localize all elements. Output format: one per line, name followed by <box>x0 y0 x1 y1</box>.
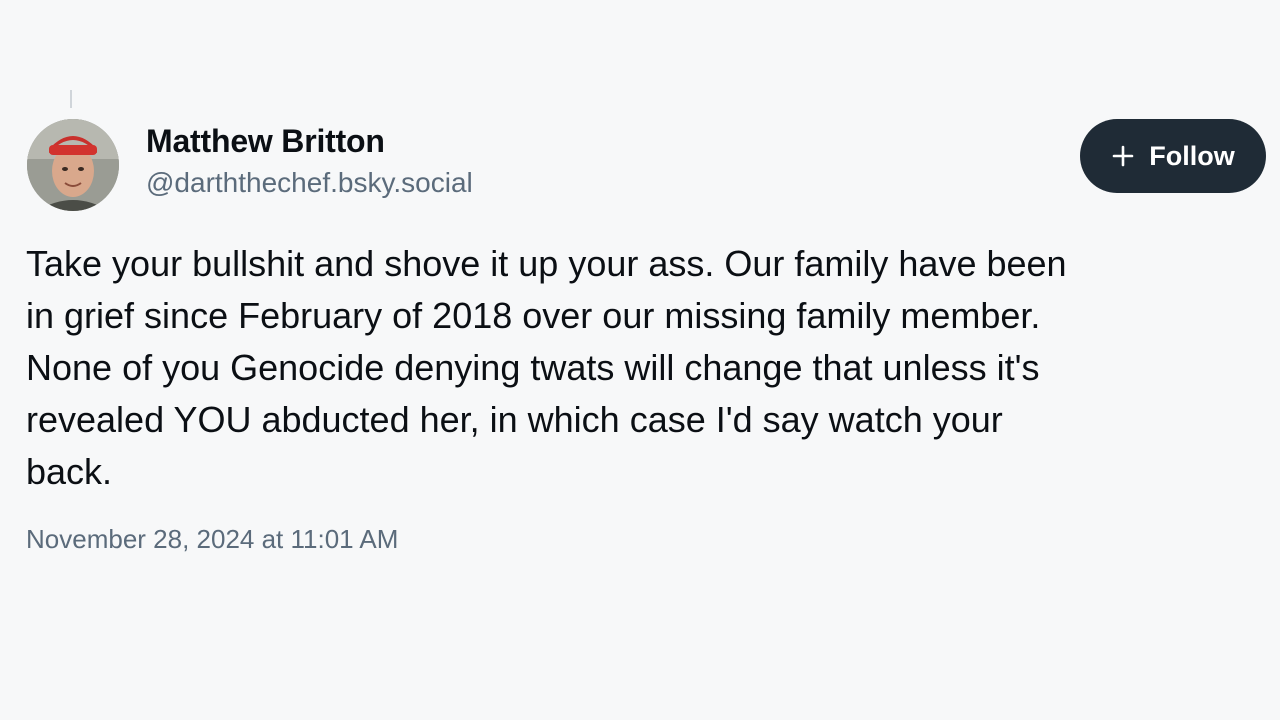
avatar[interactable] <box>27 119 119 211</box>
post-text-line: revealed YOU abducted her, in which case… <box>26 399 1003 440</box>
thread-line <box>70 90 72 108</box>
plus-icon <box>1112 145 1134 167</box>
post-text-line: in grief since February of 2018 over our… <box>26 295 1041 336</box>
post-text-line: Take your bullshit and shove it up your … <box>26 243 1067 284</box>
post-text: Take your bullshit and shove it up your … <box>26 238 1266 498</box>
author-display-name[interactable]: Matthew Britton <box>146 123 385 160</box>
author-handle[interactable]: @darththechef.bsky.social <box>146 167 473 199</box>
follow-button-label: Follow <box>1149 140 1235 171</box>
avatar-photo <box>27 119 119 211</box>
post: Matthew Britton @darththechef.bsky.socia… <box>0 0 1280 720</box>
post-timestamp[interactable]: November 28, 2024 at 11:01 AM <box>26 524 398 555</box>
post-text-line: back. <box>26 451 113 492</box>
follow-button[interactable]: Follow <box>1080 119 1266 193</box>
post-text-line: None of you Genocide denying twats will … <box>26 347 1040 388</box>
